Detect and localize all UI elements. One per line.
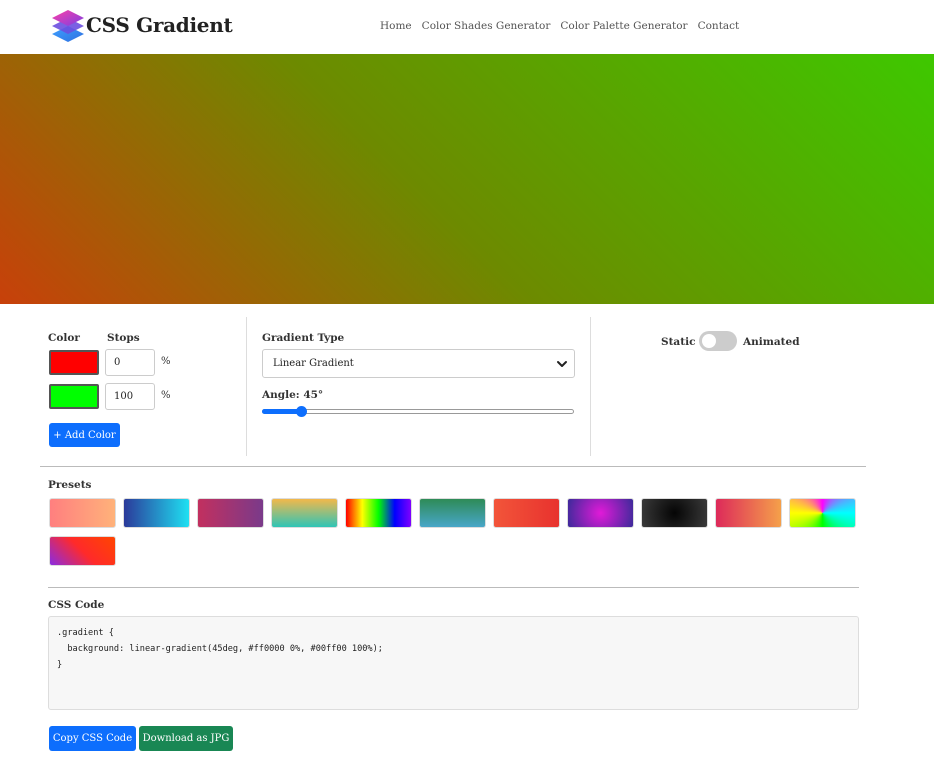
stop-1-input[interactable]: 0 [105, 349, 155, 376]
stop-2-input[interactable]: 100 [105, 383, 155, 410]
preset-swatch[interactable] [715, 498, 782, 528]
nav-contact[interactable]: Contact [698, 20, 740, 32]
preset-swatch[interactable] [49, 498, 116, 528]
gradient-type-select[interactable]: Linear Gradient [262, 349, 575, 378]
color-stop-1-swatch[interactable] [49, 350, 99, 375]
header: CSS Gradient Home Color Shades Generator… [0, 0, 934, 54]
brand-title[interactable]: CSS Gradient [86, 13, 233, 37]
static-label: Static [661, 336, 696, 348]
gradient-type-label: Gradient Type [262, 332, 345, 344]
nav-color-shades-generator[interactable]: Color Shades Generator [422, 20, 551, 32]
animated-label: Animated [743, 336, 800, 348]
css-code-line-1: .gradient { [57, 628, 114, 638]
angle-slider-track[interactable] [262, 409, 574, 414]
preset-swatch[interactable] [345, 498, 412, 528]
css-code-line-2: background: linear-gradient(45deg, #ff00… [57, 644, 383, 654]
download-jpg-button[interactable]: Download as JPG [139, 726, 233, 751]
preset-swatch[interactable] [271, 498, 338, 528]
stack-logo-icon[interactable] [50, 8, 86, 46]
preset-swatch[interactable] [419, 498, 486, 528]
css-code-line-3: } [57, 660, 63, 670]
angle-slider-thumb[interactable] [296, 406, 307, 417]
stop-1-percent-unit: % [161, 356, 171, 367]
chevron-down-icon [557, 361, 567, 367]
panel-divider-1 [246, 317, 247, 456]
color-column-label: Color [48, 332, 80, 344]
preset-swatch[interactable] [567, 498, 634, 528]
gradient-type-value: Linear Gradient [273, 358, 354, 369]
panel-divider-2 [590, 317, 591, 456]
css-code-title: CSS Code [48, 599, 105, 611]
preset-swatch[interactable] [493, 498, 560, 528]
animation-toggle-knob [702, 334, 716, 348]
angle-label: Angle: 45° [262, 389, 324, 401]
gradient-preview [0, 54, 934, 304]
presets-title: Presets [48, 479, 92, 491]
stops-column-label: Stops [107, 332, 140, 344]
section-divider-code [48, 587, 859, 588]
color-stop-2-swatch[interactable] [49, 384, 99, 409]
nav-color-palette-generator[interactable]: Color Palette Generator [560, 20, 687, 32]
nav-home[interactable]: Home [380, 20, 412, 32]
preset-swatch[interactable] [789, 498, 856, 528]
preset-swatch[interactable] [641, 498, 708, 528]
add-color-button[interactable]: + Add Color [49, 423, 120, 447]
stop-2-percent-unit: % [161, 390, 171, 401]
preset-swatch[interactable] [49, 536, 116, 566]
preset-swatch[interactable] [123, 498, 190, 528]
main-nav: Home Color Shades Generator Color Palett… [380, 20, 739, 32]
css-code-box[interactable]: .gradient { background: linear-gradient(… [48, 616, 859, 710]
section-divider-presets [40, 466, 866, 467]
copy-css-button[interactable]: Copy CSS Code [49, 726, 136, 751]
preset-swatch[interactable] [197, 498, 264, 528]
